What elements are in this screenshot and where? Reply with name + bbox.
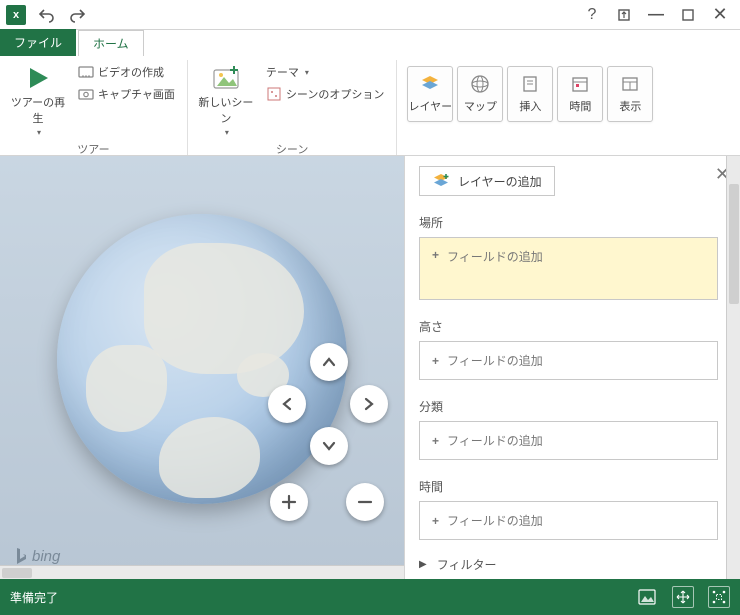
rotate-right-button[interactable] xyxy=(350,385,388,423)
bing-attribution: bing xyxy=(14,547,60,565)
scene-options-label: シーンのオプション xyxy=(286,86,384,102)
add-layer-button[interactable]: レイヤーの追加 xyxy=(419,166,555,196)
rotate-left-button[interactable] xyxy=(268,385,306,423)
close-button[interactable]: ✕ xyxy=(706,3,734,27)
layer-button[interactable]: レイヤー xyxy=(407,66,453,122)
play-tour-label: ツアーの再生 xyxy=(10,94,66,126)
zoom-out-button[interactable] xyxy=(346,483,384,521)
section-label: 時間 xyxy=(419,478,718,495)
play-icon xyxy=(22,64,54,92)
ribbon-options-button[interactable] xyxy=(610,3,638,27)
map-label: マップ xyxy=(464,98,497,114)
ribbon-mini-buttons: レイヤー マップ 挿入 時間 表示 xyxy=(403,60,657,155)
create-video-label: ビデオの作成 xyxy=(98,64,164,80)
scene-options-button[interactable]: シーンのオプション xyxy=(262,84,388,104)
bing-icon xyxy=(14,547,28,565)
triangle-right-icon: ▶ xyxy=(419,559,427,570)
add-field-text: フィールドの追加 xyxy=(447,432,543,449)
excel-logo-icon: x xyxy=(6,5,26,25)
view-label: 表示 xyxy=(619,98,641,114)
bing-text: bing xyxy=(32,548,60,565)
camera-icon xyxy=(78,86,94,102)
calendar-icon xyxy=(570,74,590,94)
filter-section-toggle[interactable]: ▶ フィルター xyxy=(419,556,718,573)
section-height: 高さ + フィールドの追加 xyxy=(419,318,718,380)
section-time: 時間 + フィールドの追加 xyxy=(419,478,718,540)
play-tour-button[interactable]: ツアーの再生 ▾ xyxy=(8,62,68,139)
tab-home[interactable]: ホーム xyxy=(78,30,144,56)
plus-icon: + xyxy=(432,434,439,448)
chevron-down-icon: ▾ xyxy=(37,128,41,137)
minimize-button[interactable]: — xyxy=(642,3,670,27)
status-text: 準備完了 xyxy=(10,589,58,606)
chevron-down-icon: ▾ xyxy=(305,68,309,77)
section-label: 場所 xyxy=(419,214,718,231)
new-scene-label: 新しいシーン xyxy=(198,94,254,126)
capture-screen-button[interactable]: キャプチャ画面 xyxy=(74,84,179,104)
status-bar: 準備完了 xyxy=(0,579,740,615)
theme-button[interactable]: テーマ ▾ xyxy=(262,62,388,82)
time-add-field[interactable]: + フィールドの追加 xyxy=(419,501,718,540)
filter-label: フィルター xyxy=(437,556,497,573)
insert-label: 挿入 xyxy=(519,98,541,114)
add-field-text: フィールドの追加 xyxy=(447,352,543,369)
tab-file[interactable]: ファイル xyxy=(0,29,76,56)
help-button[interactable]: ? xyxy=(578,3,606,27)
height-add-field[interactable]: + フィールドの追加 xyxy=(419,341,718,380)
layers-icon xyxy=(420,74,440,94)
section-label: 高さ xyxy=(419,318,718,335)
section-location: 場所 + フィールドの追加 xyxy=(419,214,718,300)
panel-vertical-scrollbar[interactable] xyxy=(726,156,740,579)
location-add-field[interactable]: + フィールドの追加 xyxy=(419,237,718,300)
redo-button[interactable] xyxy=(66,3,90,27)
map-button[interactable]: マップ xyxy=(457,66,503,122)
category-add-field[interactable]: + フィールドの追加 xyxy=(419,421,718,460)
add-field-text: フィールドの追加 xyxy=(447,248,543,265)
plus-icon: + xyxy=(432,514,439,528)
options-icon xyxy=(266,86,282,102)
time-label: 時間 xyxy=(569,98,591,114)
picture-add-icon xyxy=(210,64,242,92)
time-button[interactable]: 時間 xyxy=(557,66,603,122)
map-pane[interactable]: bing xyxy=(0,156,405,579)
status-picture-icon[interactable] xyxy=(636,586,658,608)
content-area: bing ✕ レイヤーの追加 場所 + フィールドの追加 高さ + フィールドの… xyxy=(0,156,740,579)
layer-panel: ✕ レイヤーの追加 場所 + フィールドの追加 高さ + フィールドの追加 分類 xyxy=(405,156,740,579)
create-video-button[interactable]: ビデオの作成 xyxy=(74,62,179,82)
status-move-icon[interactable] xyxy=(672,586,694,608)
tilt-up-button[interactable] xyxy=(310,343,348,381)
tilt-down-button[interactable] xyxy=(310,427,348,465)
section-category: 分類 + フィールドの追加 xyxy=(419,398,718,460)
section-label: 分類 xyxy=(419,398,718,415)
title-bar: x ? — ✕ xyxy=(0,0,740,30)
globe-icon xyxy=(470,74,490,94)
ribbon-group-scene: 新しいシーン ▾ テーマ ▾ シーンのオプション シーン xyxy=(188,60,397,155)
ribbon: ツアーの再生 ▾ ビデオの作成 キャプチャ画面 ツアー xyxy=(0,56,740,156)
textbox-icon xyxy=(520,74,540,94)
add-layer-label: レイヤーの追加 xyxy=(458,173,542,190)
window-icon xyxy=(620,74,640,94)
globe-3d[interactable] xyxy=(57,214,347,504)
insert-button[interactable]: 挿入 xyxy=(507,66,553,122)
theme-label: テーマ xyxy=(266,64,299,80)
capture-label: キャプチャ画面 xyxy=(98,86,175,102)
plus-icon: + xyxy=(432,248,439,262)
status-fullscreen-icon[interactable] xyxy=(708,586,730,608)
ribbon-tabs: ファイル ホーム xyxy=(0,30,740,56)
chevron-down-icon: ▾ xyxy=(225,128,229,137)
view-button[interactable]: 表示 xyxy=(607,66,653,122)
layers-add-icon xyxy=(432,172,450,190)
undo-button[interactable] xyxy=(34,3,58,27)
video-icon xyxy=(78,64,94,80)
plus-icon: + xyxy=(432,354,439,368)
add-field-text: フィールドの追加 xyxy=(447,512,543,529)
zoom-in-button[interactable] xyxy=(270,483,308,521)
new-scene-button[interactable]: 新しいシーン ▾ xyxy=(196,62,256,139)
maximize-button[interactable] xyxy=(674,3,702,27)
map-horizontal-scrollbar[interactable] xyxy=(0,565,404,579)
layer-label: レイヤー xyxy=(409,98,453,114)
ribbon-group-tour: ツアーの再生 ▾ ビデオの作成 キャプチャ画面 ツアー xyxy=(0,60,188,155)
